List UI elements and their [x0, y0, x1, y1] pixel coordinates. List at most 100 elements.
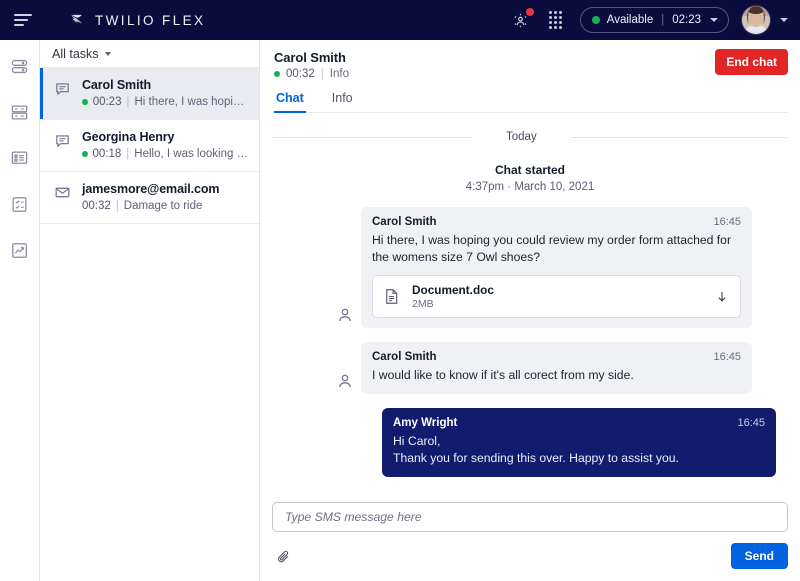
task-filter-dropdown[interactable]: All tasks: [40, 40, 259, 68]
document-icon: [382, 287, 402, 306]
message-header: Carol Smith 16:45: [372, 216, 741, 228]
attachment-name: Document.doc: [412, 283, 705, 297]
message-time: 16:45: [737, 417, 765, 429]
task-name: Carol Smith: [82, 77, 249, 93]
message-attachment[interactable]: Document.doc 2MB: [372, 275, 741, 318]
day-divider: Today: [272, 131, 788, 143]
message-text: I would like to know if it's all corect …: [372, 367, 741, 384]
task-meta: 00:18 | Hello, I was looking for...: [82, 147, 249, 161]
message-author: Carol Smith: [372, 216, 437, 228]
message-bubble-incoming: Carol Smith 16:45 Hi there, I was hoping…: [361, 207, 752, 328]
chat-tabs: Chat Info: [274, 91, 788, 113]
chat-started-title: Chat started: [272, 163, 788, 177]
message-input[interactable]: [272, 502, 788, 532]
task-timer: 00:23: [93, 95, 122, 109]
status-pill[interactable]: Available | 02:23: [580, 7, 729, 33]
caret-down-icon[interactable]: [105, 52, 111, 56]
message-list[interactable]: Today Chat started 4:37pm · March 10, 20…: [260, 113, 800, 502]
end-chat-button[interactable]: End chat: [715, 49, 788, 75]
left-nav-rail: [0, 40, 40, 581]
message-composer: Send: [260, 502, 800, 581]
task-meta: 00:32 | Damage to ride: [82, 199, 249, 213]
status-separator: |: [661, 14, 664, 26]
email-icon: [54, 181, 72, 213]
online-dot: [82, 99, 88, 105]
avatar-menu[interactable]: [742, 6, 788, 34]
agent-skills-icon[interactable]: [510, 9, 532, 31]
task-timer: 00:18: [93, 147, 122, 161]
paperclip-icon[interactable]: [276, 549, 292, 564]
message-author: Carol Smith: [372, 351, 437, 363]
divider-line-right: [571, 137, 788, 138]
tasks-icon[interactable]: [9, 193, 31, 215]
task-content: jamesmore@email.com 00:32 | Damage to ri…: [82, 181, 249, 213]
top-bar-right: Available | 02:23: [510, 6, 788, 34]
message-row: Carol Smith 16:45 I would like to know i…: [272, 342, 788, 394]
brand-text: TWILIO FLEX: [95, 13, 205, 28]
status-label: Available: [607, 14, 653, 26]
message-header: Carol Smith 16:45: [372, 351, 741, 363]
teams-icon[interactable]: [9, 101, 31, 123]
status-timer: 02:23: [672, 14, 701, 26]
twilio-logo-icon: [69, 12, 86, 29]
agent-desktop-icon[interactable]: [9, 55, 31, 77]
task-preview: Hello, I was looking for...: [134, 147, 249, 161]
task-name: Georgina Henry: [82, 129, 249, 145]
chevron-down-icon[interactable]: [780, 18, 788, 22]
chat-timer: 00:32: [286, 68, 315, 80]
task-preview: Damage to ride: [124, 199, 203, 213]
message-time: 16:45: [713, 216, 741, 228]
task-item-jamesmore-email[interactable]: jamesmore@email.com 00:32 | Damage to ri…: [40, 172, 259, 224]
brand: TWILIO FLEX: [69, 12, 205, 29]
divider-line-left: [272, 137, 472, 138]
message-time: 16:45: [713, 351, 741, 363]
avatar: [742, 6, 770, 34]
page-title: Carol Smith: [274, 50, 788, 65]
message-author: Amy Wright: [393, 417, 457, 429]
task-item-carol-smith[interactable]: Carol Smith 00:23 | Hi there, I was hopi…: [40, 68, 259, 120]
chevron-down-icon[interactable]: [710, 18, 718, 22]
top-bar: TWILIO FLEX: [0, 0, 800, 40]
message-text: Hi Carol, Thank you for sending this ove…: [393, 433, 765, 467]
chat-icon: [54, 77, 72, 109]
task-preview: Hi there, I was hoping...: [134, 95, 249, 109]
message-text: Hi there, I was hoping you could review …: [372, 232, 741, 266]
hamburger-icon[interactable]: [14, 14, 32, 26]
insights-icon[interactable]: [9, 239, 31, 261]
send-button[interactable]: Send: [731, 543, 788, 569]
task-separator: |: [126, 147, 129, 161]
day-divider-label: Today: [506, 131, 537, 143]
task-list-panel: All tasks Carol Smith 00:23 | H: [40, 40, 260, 581]
task-content: Carol Smith 00:23 | Hi there, I was hopi…: [82, 77, 249, 109]
message-row: Amy Wright 16:45 Hi Carol, Thank you for…: [272, 408, 788, 477]
download-arrow-icon[interactable]: [715, 289, 729, 305]
task-meta: 00:23 | Hi there, I was hoping...: [82, 95, 249, 109]
online-dot: [82, 151, 88, 157]
attachment-size: 2MB: [412, 298, 705, 310]
task-item-georgina-henry[interactable]: Georgina Henry 00:18 | Hello, I was look…: [40, 120, 259, 172]
person-icon: [336, 306, 354, 324]
task-name: jamesmore@email.com: [82, 181, 249, 197]
notification-badge: [526, 8, 534, 16]
task-separator: |: [116, 199, 119, 213]
dialpad-icon[interactable]: [545, 9, 567, 31]
chat-icon: [54, 129, 72, 161]
tab-chat[interactable]: Chat: [276, 91, 304, 112]
status-online-dot: [592, 16, 600, 24]
task-timer: 00:32: [82, 199, 111, 213]
message-row: Carol Smith 16:45 Hi there, I was hoping…: [272, 207, 788, 328]
composer-actions: Send: [272, 543, 788, 569]
flex-app: TWILIO FLEX: [0, 0, 800, 581]
chat-info-link[interactable]: Info: [330, 68, 349, 80]
app-body: All tasks Carol Smith 00:23 | H: [0, 40, 800, 581]
chat-header: Carol Smith 00:32 | Info End chat Chat I…: [260, 40, 800, 113]
chat-header-meta: 00:32 | Info: [274, 68, 788, 80]
task-content: Georgina Henry 00:18 | Hello, I was look…: [82, 129, 249, 161]
chat-meta-separator: |: [321, 68, 324, 80]
chat-started-datetime: 4:37pm · March 10, 2021: [272, 181, 788, 193]
attachment-meta: Document.doc 2MB: [412, 283, 705, 310]
person-icon: [336, 372, 354, 390]
queues-icon[interactable]: [9, 147, 31, 169]
tab-info[interactable]: Info: [332, 91, 353, 112]
message-bubble-outgoing: Amy Wright 16:45 Hi Carol, Thank you for…: [382, 408, 776, 477]
